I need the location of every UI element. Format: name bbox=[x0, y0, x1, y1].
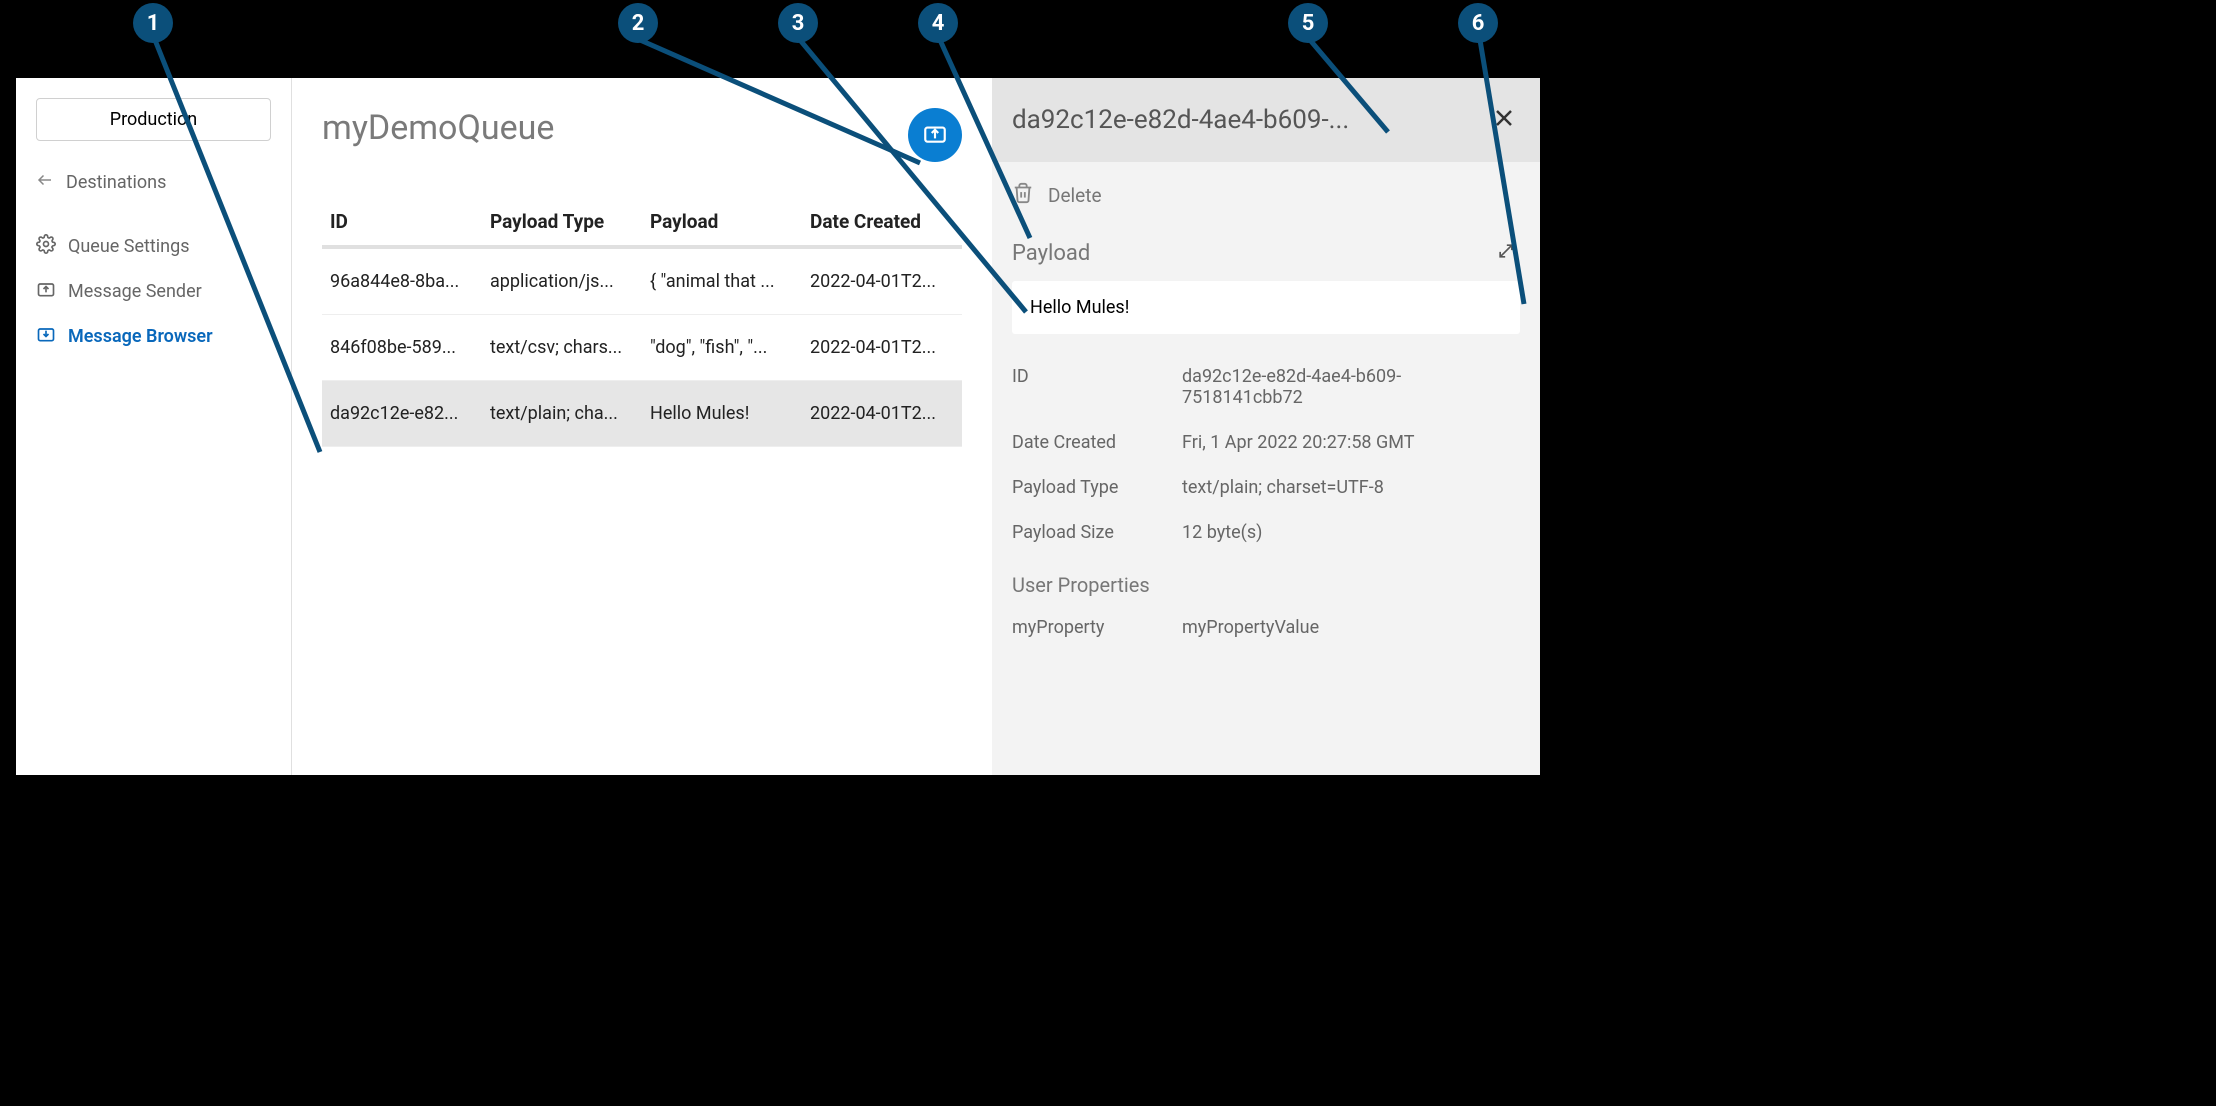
table-cell: 846f08be-589... bbox=[322, 315, 482, 381]
callout-2: 2 bbox=[618, 3, 658, 43]
environment-selector[interactable]: Production bbox=[36, 98, 271, 141]
user-properties-title: User Properties bbox=[1012, 573, 1520, 597]
meta-value: 12 byte(s) bbox=[1182, 522, 1520, 543]
sidebar-item-message-sender[interactable]: Message Sender bbox=[16, 269, 291, 314]
user-property-row: myPropertymyPropertyValue bbox=[1012, 605, 1520, 650]
back-destinations-link[interactable]: Destinations bbox=[16, 161, 291, 204]
message-send-icon bbox=[922, 120, 948, 150]
sidebar-item-message-browser[interactable]: Message Browser bbox=[16, 314, 291, 359]
close-icon bbox=[1492, 115, 1516, 134]
sidebar-item-queue-settings[interactable]: Queue Settings bbox=[16, 224, 291, 269]
payload-section-title: Payload bbox=[1012, 241, 1090, 266]
expand-icon bbox=[1496, 246, 1516, 265]
arrow-left-icon bbox=[36, 171, 54, 194]
meta-row: Payload Typetext/plain; charset=UTF-8 bbox=[1012, 465, 1520, 510]
message-browse-icon bbox=[36, 324, 56, 349]
meta-value: Fri, 1 Apr 2022 20:27:58 GMT bbox=[1182, 432, 1520, 453]
table-row[interactable]: 96a844e8-8ba...application/js...{ "anima… bbox=[322, 247, 962, 315]
sidebar-item-label: Message Sender bbox=[68, 281, 202, 302]
table-cell: 96a844e8-8ba... bbox=[322, 247, 482, 315]
table-row[interactable]: da92c12e-e82...text/plain; cha...Hello M… bbox=[322, 381, 962, 447]
message-send-icon bbox=[36, 279, 56, 304]
payload-value: Hello Mules! bbox=[1012, 281, 1520, 334]
message-table: ID Payload Type Payload Date Created 96a… bbox=[322, 198, 962, 447]
table-cell: text/csv; chars... bbox=[482, 315, 642, 381]
table-cell: 2022-04-01T2... bbox=[802, 381, 962, 447]
table-cell: Hello Mules! bbox=[642, 381, 802, 447]
meta-value: da92c12e-e82d-4ae4-b609-7518141cbb72 bbox=[1182, 366, 1520, 408]
back-label: Destinations bbox=[66, 172, 166, 193]
table-cell: "dog", "fish", "... bbox=[642, 315, 802, 381]
table-cell: 2022-04-01T2... bbox=[802, 315, 962, 381]
sidebar-item-label: Message Browser bbox=[68, 326, 213, 347]
close-button[interactable] bbox=[1488, 102, 1520, 138]
table-cell: application/js... bbox=[482, 247, 642, 315]
col-payload[interactable]: Payload bbox=[642, 198, 802, 247]
table-cell: text/plain; cha... bbox=[482, 381, 642, 447]
table-cell: { "animal that ... bbox=[642, 247, 802, 315]
meta-key: Payload Type bbox=[1012, 477, 1182, 498]
col-payload-type[interactable]: Payload Type bbox=[482, 198, 642, 247]
meta-key: ID bbox=[1012, 366, 1182, 408]
meta-key: Payload Size bbox=[1012, 522, 1182, 543]
delete-label: Delete bbox=[1048, 184, 1102, 207]
delete-button[interactable]: Delete bbox=[1012, 182, 1520, 209]
sidebar: Production Destinations Queue Settings M… bbox=[16, 78, 292, 775]
send-message-fab[interactable] bbox=[908, 108, 962, 162]
detail-header: da92c12e-e82d-4ae4-b609-... bbox=[992, 78, 1540, 162]
table-cell: da92c12e-e82... bbox=[322, 381, 482, 447]
detail-title: da92c12e-e82d-4ae4-b609-... bbox=[1012, 105, 1476, 135]
meta-row: IDda92c12e-e82d-4ae4-b609-7518141cbb72 bbox=[1012, 354, 1520, 420]
sidebar-item-label: Queue Settings bbox=[68, 236, 190, 257]
callout-6: 6 bbox=[1458, 3, 1498, 43]
col-id[interactable]: ID bbox=[322, 198, 482, 247]
callout-4: 4 bbox=[918, 3, 958, 43]
callout-1: 1 bbox=[133, 3, 173, 43]
table-row[interactable]: 846f08be-589...text/csv; chars..."dog", … bbox=[322, 315, 962, 381]
table-cell: 2022-04-01T2... bbox=[802, 247, 962, 315]
meta-row: Date CreatedFri, 1 Apr 2022 20:27:58 GMT bbox=[1012, 420, 1520, 465]
meta-value: text/plain; charset=UTF-8 bbox=[1182, 477, 1520, 498]
callout-3: 3 bbox=[778, 3, 818, 43]
detail-panel: da92c12e-e82d-4ae4-b609-... Delete Paylo… bbox=[992, 78, 1540, 775]
trash-icon bbox=[1012, 182, 1034, 209]
meta-key: Date Created bbox=[1012, 432, 1182, 453]
meta-row: Payload Size12 byte(s) bbox=[1012, 510, 1520, 555]
gear-icon bbox=[36, 234, 56, 259]
main-content: myDemoQueue ID Payload Type Payload Date… bbox=[292, 78, 992, 775]
callout-5: 5 bbox=[1288, 3, 1328, 43]
user-property-key: myProperty bbox=[1012, 617, 1182, 638]
col-date-created[interactable]: Date Created bbox=[802, 198, 962, 247]
queue-title: myDemoQueue bbox=[322, 108, 962, 148]
expand-payload-button[interactable] bbox=[1492, 237, 1520, 269]
user-property-value: myPropertyValue bbox=[1182, 617, 1520, 638]
